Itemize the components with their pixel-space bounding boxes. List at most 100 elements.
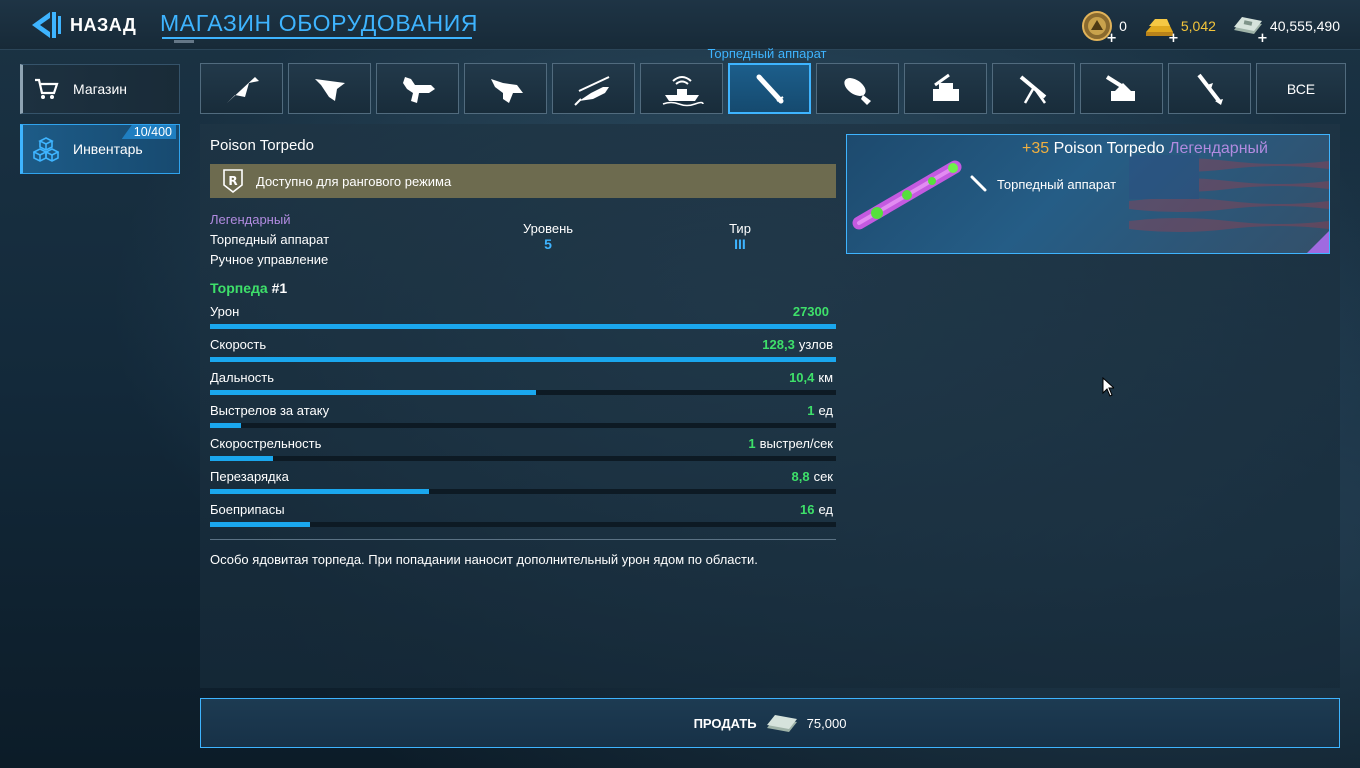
stat-value: 16 ед	[800, 502, 833, 517]
category-tabs: ВСЕ	[200, 63, 1346, 115]
poison-torpedo-image	[852, 160, 962, 230]
sidebar-item-shop[interactable]: Магазин	[20, 64, 180, 114]
tab-helicopter[interactable]	[552, 63, 635, 114]
currency-medals-value: 0	[1119, 18, 1127, 34]
currency-gold-value: 5,042	[1180, 18, 1216, 34]
stat-row: Боеприпасы 16 ед	[210, 500, 836, 533]
card-type-label: Торпедный аппарат	[997, 176, 1117, 192]
stat-unit: ед	[818, 502, 833, 517]
back-arrow-icon	[32, 12, 61, 38]
weapon-header-label: Торпеда	[210, 280, 268, 296]
torpedo-icon	[970, 175, 987, 192]
stat-value: 128,3 узлов	[762, 337, 833, 352]
item-type: Торпедный аппарат	[210, 232, 330, 247]
stat-row: Выстрелов за атаку 1 ед	[210, 401, 836, 434]
page-title: МАГАЗИН ОБОРУДОВАНИЯ	[160, 10, 479, 36]
flying-wing-icon	[314, 78, 345, 101]
stat-bar	[210, 456, 836, 461]
top-bar: НАЗАД МАГАЗИН ОБОРУДОВАНИЯ + 0 + 5,042 +…	[0, 0, 1360, 50]
ranked-r-icon: R	[223, 169, 243, 193]
tab-missile[interactable]	[1168, 63, 1251, 114]
currency-cash[interactable]: + 40,555,490	[1232, 10, 1340, 46]
stat-unit: узлов	[798, 337, 833, 352]
sell-price: 75,000	[806, 715, 847, 731]
tab-stealth-bomber[interactable]	[200, 63, 283, 114]
tab-turret[interactable]	[904, 63, 987, 114]
stat-name: Скорострельность	[210, 436, 322, 451]
tab-bomb[interactable]	[816, 63, 899, 114]
cash-stack-icon: +	[1232, 10, 1268, 46]
tab-stealth-fighter[interactable]	[464, 63, 547, 114]
card-rarity: Легендарный	[1168, 140, 1268, 157]
cannon-icon	[1105, 74, 1135, 101]
tier-block: Тир III	[720, 221, 760, 252]
currency-cash-value: 40,555,490	[1269, 18, 1340, 34]
stat-name: Боеприпасы	[210, 502, 285, 517]
ranked-banner: R Доступно для рангового режима	[210, 164, 836, 198]
card-title: +35 Poison Torpedo Легендарный	[965, 140, 1325, 158]
title-mark	[174, 40, 194, 43]
stat-bar	[210, 357, 836, 362]
stat-bar	[210, 489, 836, 494]
stat-row: Урон 27300	[210, 302, 836, 335]
stat-row: Перезарядка 8,8 сек	[210, 467, 836, 500]
stat-unit: ед	[818, 403, 833, 418]
shopping-cart-icon	[35, 78, 59, 99]
stat-number: 128,3	[762, 337, 795, 352]
item-control: Ручное управление	[210, 252, 329, 267]
sell-button[interactable]: ПРОДАТЬ 75,000	[200, 698, 1340, 748]
sidebar-item-inventory[interactable]: Инвентарь 10/400	[20, 124, 180, 174]
back-label: НАЗАД	[70, 14, 137, 35]
sidebar-item-label: Магазин	[73, 81, 128, 97]
stat-value: 8,8 сек	[792, 469, 834, 484]
tab-jet-fighter[interactable]	[376, 63, 459, 114]
stat-number: 1	[807, 403, 815, 418]
helicopter-icon	[573, 75, 609, 106]
stat-value: 1 выстрел/сек	[748, 436, 833, 451]
stat-bar-fill	[210, 390, 536, 395]
item-name: Poison Torpedo	[210, 137, 314, 154]
weapon-header-index: #1	[271, 280, 288, 296]
back-button[interactable]: НАЗАД	[28, 8, 136, 42]
stat-unit: км	[818, 370, 833, 385]
tab-torpedo[interactable]	[728, 63, 811, 114]
sell-label: ПРОДАТЬ	[693, 715, 757, 731]
level-value: 5	[544, 236, 552, 252]
currency-gold[interactable]: + 5,042	[1143, 10, 1216, 46]
stealth-fighter-icon	[490, 78, 523, 103]
svg-text:R: R	[228, 174, 237, 188]
missile-icon	[1196, 73, 1223, 105]
boat-icon	[662, 75, 704, 106]
tab-flying-wing[interactable]	[288, 63, 371, 114]
stat-row: Скорость 128,3 узлов	[210, 335, 836, 368]
tab-all[interactable]: ВСЕ	[1256, 63, 1346, 114]
stat-number: 1	[748, 436, 756, 451]
stat-bar-fill	[210, 324, 836, 329]
stat-name: Перезарядка	[210, 469, 289, 484]
tab-cannon[interactable]	[1080, 63, 1163, 114]
medal-coin-icon: +	[1081, 10, 1117, 46]
sidebar-item-label: Инвентарь	[73, 141, 143, 157]
turret-icon	[932, 73, 959, 101]
card-upgrade: +35	[1022, 140, 1050, 157]
tab-machine-gun[interactable]	[992, 63, 1075, 114]
bomb-icon	[843, 77, 871, 105]
tab-tooltip: Торпедный аппарат	[707, 46, 827, 61]
stat-unit: сек	[813, 469, 833, 484]
card-type: Торпедный аппарат	[969, 175, 1116, 193]
item-meta: Легендарный Торпедный аппарат Ручное упр…	[210, 210, 329, 270]
stat-row: Скорострельность 1 выстрел/сек	[210, 434, 836, 467]
boxes-icon	[33, 137, 59, 162]
jet-fighter-icon	[402, 76, 435, 103]
gold-bars-icon: +	[1143, 10, 1179, 46]
item-description: Особо ядовитая торпеда. При попадании на…	[210, 552, 758, 567]
stat-number: 10,4	[789, 370, 815, 385]
item-card: +35 Poison Torpedo Легендарный Торпедный…	[846, 134, 1330, 254]
level-block: Уровень 5	[518, 221, 578, 252]
stealth-bomber-icon	[226, 76, 259, 103]
stat-unit: выстрел/сек	[759, 436, 833, 451]
currency-medals[interactable]: + 0	[1081, 10, 1127, 46]
cash-stack-icon	[766, 715, 797, 732]
stat-number: 8,8	[791, 469, 810, 484]
tab-boat[interactable]	[640, 63, 723, 114]
